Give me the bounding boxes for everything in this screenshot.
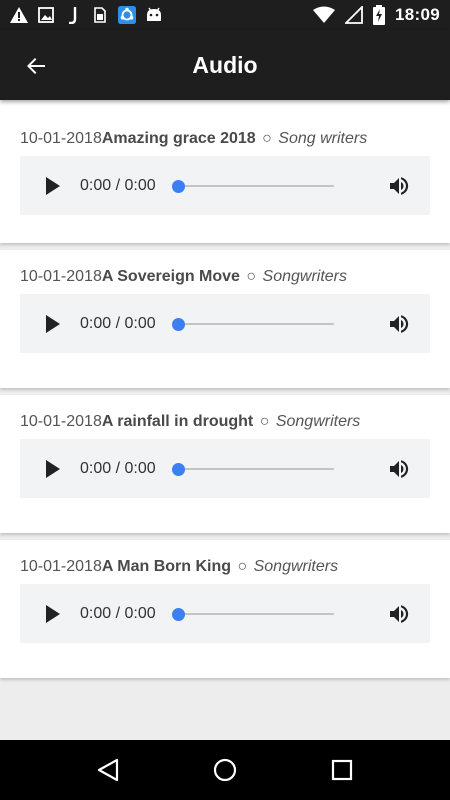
- system-icons: 18:09: [313, 5, 440, 25]
- play-button[interactable]: [42, 175, 64, 197]
- audio-player: 0:00 / 0:00: [20, 584, 430, 643]
- audio-title: A Man Born King: [101, 558, 232, 575]
- page-title: Audio: [192, 51, 258, 78]
- system-nav-bar: [0, 740, 450, 800]
- sim-card-icon: [91, 6, 109, 24]
- list-item: 10-01-2018A rainfall in drought ○ Songwr…: [0, 395, 450, 533]
- play-icon: [46, 459, 60, 478]
- nav-recents-button[interactable]: [322, 750, 362, 790]
- seek-slider[interactable]: [171, 462, 334, 476]
- volume-icon: [390, 604, 409, 623]
- audio-category: Song writers: [278, 130, 368, 147]
- app-bar: Audio: [0, 30, 450, 100]
- android-icon: [145, 6, 163, 24]
- seek-track: [171, 612, 334, 615]
- separator-circle: ○: [237, 558, 248, 575]
- notification-icons: [10, 6, 163, 24]
- audio-title: A rainfall in drought: [101, 413, 254, 430]
- play-icon: [46, 176, 60, 195]
- list-item: 10-01-2018Amazing grace 2018 ○ Song writ…: [0, 100, 450, 243]
- separator-circle: ○: [246, 268, 257, 285]
- seek-track: [171, 467, 334, 470]
- nav-home-button[interactable]: [205, 750, 245, 790]
- separator-circle: ○: [259, 413, 270, 430]
- list-item: 10-01-2018A Sovereign Move ○ Songwriters…: [0, 250, 450, 388]
- home-circle-icon: [213, 758, 237, 782]
- play-button[interactable]: [42, 313, 64, 335]
- seek-slider[interactable]: [171, 607, 334, 621]
- play-icon: [46, 604, 60, 623]
- wifi-icon: [313, 6, 336, 24]
- seek-slider[interactable]: [171, 179, 334, 193]
- play-button[interactable]: [42, 603, 64, 625]
- volume-icon: [390, 176, 409, 195]
- audio-item-header: 10-01-2018A rainfall in drought ○ Songwr…: [20, 413, 360, 431]
- audio-item-header: 10-01-2018A Man Born King ○ Songwriters: [20, 558, 338, 576]
- play-icon: [46, 314, 60, 333]
- audio-title: Amazing grace 2018: [101, 130, 256, 147]
- seek-thumb[interactable]: [171, 607, 185, 621]
- audio-category: Songwriters: [262, 268, 348, 285]
- audio-date: 10-01-2018: [20, 413, 102, 430]
- volume-button[interactable]: [386, 311, 412, 337]
- j-icon: [64, 6, 82, 24]
- volume-button[interactable]: [386, 601, 412, 627]
- seek-track: [171, 184, 334, 187]
- volume-button[interactable]: [386, 173, 412, 199]
- audio-player: 0:00 / 0:00: [20, 156, 430, 215]
- arrow-left-icon: [27, 58, 45, 74]
- volume-icon: [390, 459, 409, 478]
- volume-icon: [390, 314, 409, 333]
- audio-date: 10-01-2018: [20, 130, 102, 147]
- seek-thumb[interactable]: [171, 462, 185, 476]
- status-bar: 18:09: [0, 0, 450, 30]
- audio-date: 10-01-2018: [20, 558, 102, 575]
- time-display: 0:00 / 0:00: [80, 314, 156, 332]
- sync-app-icon: [118, 6, 136, 24]
- play-button[interactable]: [42, 458, 64, 480]
- signal-icon: [345, 6, 363, 24]
- audio-player: 0:00 / 0:00: [20, 294, 430, 353]
- battery-charging-icon: [373, 5, 386, 25]
- audio-category: Songwriters: [253, 558, 339, 575]
- audio-list[interactable]: 10-01-2018Amazing grace 2018 ○ Song writ…: [0, 100, 450, 740]
- seek-track: [171, 322, 334, 325]
- status-clock: 18:09: [395, 5, 440, 24]
- image-icon: [37, 6, 55, 24]
- audio-item-header: 10-01-2018Amazing grace 2018 ○ Song writ…: [20, 130, 367, 148]
- back-button[interactable]: [22, 52, 50, 80]
- audio-title: A Sovereign Move: [101, 268, 240, 285]
- nav-back-button[interactable]: [88, 750, 128, 790]
- time-display: 0:00 / 0:00: [80, 459, 156, 477]
- volume-button[interactable]: [386, 456, 412, 482]
- warning-icon: [10, 6, 28, 24]
- seek-thumb[interactable]: [171, 317, 185, 331]
- audio-player: 0:00 / 0:00: [20, 439, 430, 498]
- audio-item-header: 10-01-2018A Sovereign Move ○ Songwriters: [20, 268, 347, 286]
- time-display: 0:00 / 0:00: [80, 176, 156, 194]
- recents-square-icon: [331, 759, 352, 781]
- seek-slider[interactable]: [171, 317, 334, 331]
- seek-thumb[interactable]: [171, 179, 185, 193]
- audio-date: 10-01-2018: [20, 268, 102, 285]
- audio-category: Songwriters: [275, 413, 361, 430]
- time-display: 0:00 / 0:00: [80, 604, 156, 622]
- list-item: 10-01-2018A Man Born King ○ Songwriters …: [0, 540, 450, 678]
- separator-circle: ○: [262, 130, 272, 147]
- back-triangle-icon: [98, 758, 119, 782]
